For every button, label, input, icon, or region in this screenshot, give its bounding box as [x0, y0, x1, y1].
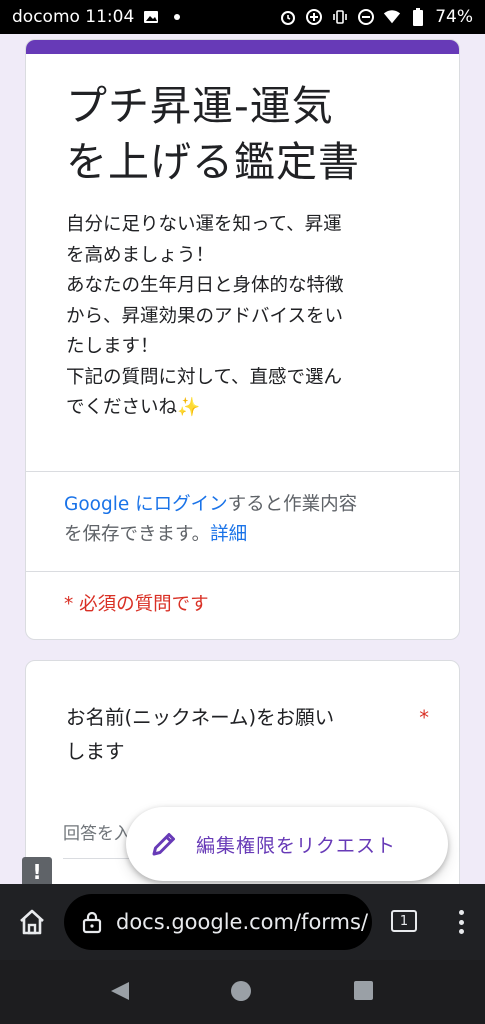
description-line: あなたの生年月日と身体的な特徴 [66, 275, 344, 296]
description-line: たします！ [66, 336, 159, 357]
battery-percent: 74% [435, 7, 473, 27]
alarm-icon [279, 8, 297, 26]
required-asterisk: * [419, 706, 429, 729]
home-nav-icon[interactable] [231, 981, 251, 1001]
theme-accent-bar [26, 40, 459, 54]
description-line: を高めましょう！ [66, 244, 215, 266]
question-title-line: お名前(ニックネーム)をお願い [66, 706, 335, 729]
system-nav-bar [0, 960, 485, 1024]
description-line: 自分に足りない運を知って、昇運 [66, 214, 342, 235]
pencil-icon [152, 833, 175, 856]
form-title-line: プチ昇運-運気 [66, 82, 334, 130]
divider [26, 471, 459, 472]
status-bar: docomo 11:04 74% [0, 0, 485, 34]
tab-count: 1 [399, 913, 409, 929]
carrier-time: docomo 11:04 [12, 7, 135, 27]
battery-icon [409, 8, 427, 26]
dot-notification-icon [168, 8, 186, 26]
question-title: お名前(ニックネーム)をお願い します * [66, 701, 429, 769]
login-prompt: Google にログインすると作業内容 を保存できます。詳細 [64, 490, 424, 550]
tab-switcher-button[interactable]: 1 [391, 910, 417, 932]
description-line: から、昇運効果のアドバイスをい [66, 305, 343, 327]
browser-toolbar: docs.google.com/forms/ 1 [0, 884, 485, 960]
form-description: 自分に足りない運を知って、昇運 を高めましょう！ あなたの生年月日と身体的な特徴… [26, 190, 459, 424]
login-prompt-text: すると作業内容 [227, 494, 358, 515]
form-title: プチ昇運-運気 を上げる鑑定書 [26, 54, 459, 190]
question-title-line: します [66, 740, 125, 763]
required-note: * 必須の質問です [64, 594, 209, 615]
description-line: 下記の質問に対して、直感で選ん [66, 366, 343, 388]
divider [26, 571, 459, 572]
recent-apps-icon[interactable] [354, 981, 373, 1000]
vibrate-icon [331, 8, 349, 26]
request-edit-access-label: 編集権限をリクエスト [196, 834, 397, 857]
form-title-line: を上げる鑑定書 [66, 138, 360, 186]
more-menu-icon[interactable] [451, 906, 471, 938]
form-header-card: プチ昇運-運気 を上げる鑑定書 自分に足りない運を知って、昇運 を高めましょう！… [25, 39, 460, 640]
home-icon[interactable] [16, 906, 48, 938]
details-link[interactable]: 詳細 [210, 524, 247, 545]
data-saver-icon [305, 8, 323, 26]
request-edit-access-button[interactable]: 編集権限をリクエスト [126, 807, 448, 881]
url-text: docs.google.com/forms/ [116, 910, 369, 934]
login-prompt-text: を保存できます。 [64, 524, 211, 545]
do-not-disturb-icon [357, 8, 375, 26]
report-feedback-icon[interactable]: ! [22, 857, 52, 884]
lock-icon [82, 911, 102, 934]
form-content[interactable]: プチ昇運-運気 を上げる鑑定書 自分に足りない運を知って、昇運 を高めましょう！… [0, 34, 485, 884]
back-icon[interactable] [109, 980, 131, 1002]
address-bar[interactable]: docs.google.com/forms/ [64, 894, 372, 950]
wifi-icon [383, 8, 401, 26]
image-notification-icon [142, 8, 160, 26]
login-link[interactable]: Google にログイン [64, 494, 228, 515]
description-line: でくださいね✨ [66, 397, 201, 418]
